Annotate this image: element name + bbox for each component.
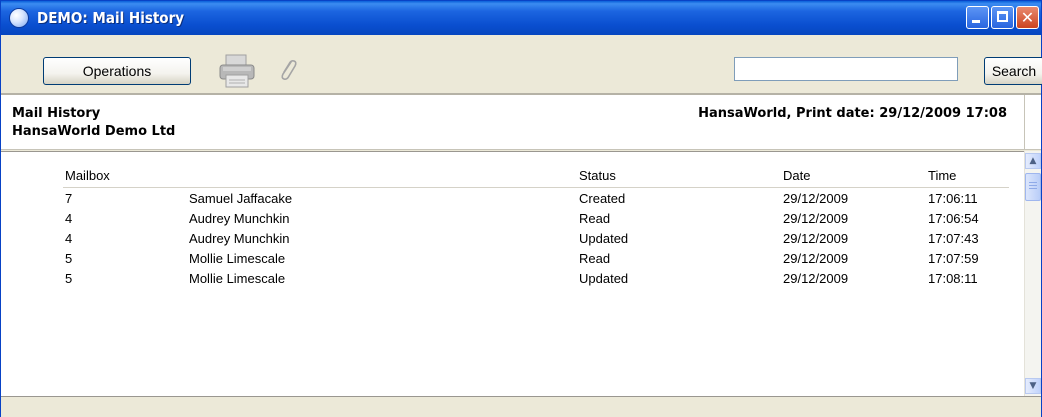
grip-icon (1029, 182, 1037, 191)
date-cell: 29/12/2009 (783, 251, 849, 266)
status-cell: Read (579, 251, 611, 266)
time-cell: 17:06:11 (928, 191, 978, 206)
table-row[interactable]: 7 Samuel Jaffacake Created 29/12/2009 17… (1, 191, 1024, 211)
minimize-icon (972, 20, 980, 23)
scroll-thumb[interactable] (1025, 173, 1041, 201)
name-cell: Audrey Munchkin (189, 211, 290, 226)
mail-history-window: DEMO: Mail History ✕ Operations Search M… (0, 0, 1042, 417)
maximize-button[interactable] (991, 6, 1014, 29)
hansaworld-app-icon[interactable] (9, 8, 29, 28)
column-header-time[interactable]: Time (928, 168, 956, 183)
name-cell: Mollie Limescale (189, 271, 286, 286)
printer-icon[interactable] (218, 53, 256, 89)
maximize-icon (997, 11, 1008, 22)
report-title: Mail History (12, 106, 101, 121)
column-header-date[interactable]: Date (783, 168, 810, 183)
time-cell: 17:07:43 (928, 231, 979, 246)
date-cell: 29/12/2009 (783, 231, 849, 246)
date-cell: 29/12/2009 (783, 271, 849, 286)
window-controls: ✕ (966, 6, 1039, 29)
status-bar (1, 396, 1041, 417)
date-cell: 29/12/2009 (783, 211, 849, 226)
table-row[interactable]: 5 Mollie Limescale Updated 29/12/2009 17… (1, 271, 1024, 291)
status-cell: Updated (579, 231, 629, 246)
mailbox-cell: 4 (65, 211, 73, 226)
scroll-up-button[interactable]: ▲ (1025, 153, 1041, 169)
mailbox-cell: 5 (65, 251, 73, 266)
status-cell: Read (579, 211, 611, 226)
table-row[interactable]: 4 Audrey Munchkin Read 29/12/2009 17:06:… (1, 211, 1024, 231)
date-cell: 29/12/2009 (783, 191, 849, 206)
mailbox-cell: 5 (65, 271, 73, 286)
name-cell: Samuel Jaffacake (189, 191, 293, 206)
header-divider (1024, 95, 1025, 149)
close-button[interactable]: ✕ (1016, 6, 1039, 29)
company-name: HansaWorld Demo Ltd (12, 124, 176, 139)
mail-history-list: Mailbox Status Date Time 7 Samuel Jaffac… (1, 151, 1024, 397)
time-cell: 17:08:11 (928, 271, 978, 286)
table-row[interactable]: 4 Audrey Munchkin Updated 29/12/2009 17:… (1, 231, 1024, 251)
window-title: DEMO: Mail History (37, 9, 185, 27)
print-info: HansaWorld, Print date: 29/12/2009 17:08 (698, 106, 1007, 121)
mailbox-cell: 4 (65, 231, 73, 246)
column-header-status[interactable]: Status (579, 168, 616, 183)
time-cell: 17:07:59 (928, 251, 979, 266)
time-cell: 17:06:54 (928, 211, 979, 226)
minimize-button[interactable] (966, 6, 989, 29)
toolbar: Operations Search (1, 35, 1042, 91)
status-cell: Updated (579, 271, 629, 286)
vertical-scrollbar[interactable]: ▲ ▼ (1024, 151, 1041, 396)
header-separator (63, 187, 1009, 188)
name-cell: Audrey Munchkin (189, 231, 290, 246)
mailbox-cell: 7 (65, 191, 73, 206)
status-cell: Created (579, 191, 626, 206)
chevron-down-icon: ▼ (1029, 381, 1037, 391)
chevron-up-icon: ▲ (1029, 156, 1037, 166)
table-row[interactable]: 5 Mollie Limescale Read 29/12/2009 17:07… (1, 251, 1024, 271)
column-header-mailbox[interactable]: Mailbox (65, 168, 110, 183)
search-button[interactable]: Search (984, 57, 1042, 85)
search-input[interactable] (734, 57, 958, 81)
name-cell: Mollie Limescale (189, 251, 286, 266)
title-bar[interactable]: DEMO: Mail History ✕ (1, 1, 1041, 35)
operations-button[interactable]: Operations (43, 57, 191, 85)
paperclip-icon[interactable] (276, 57, 298, 85)
scroll-down-button[interactable]: ▼ (1025, 378, 1041, 394)
close-icon: ✕ (1020, 8, 1035, 27)
report-header: Mail History HansaWorld Demo Ltd HansaWo… (1, 93, 1041, 150)
